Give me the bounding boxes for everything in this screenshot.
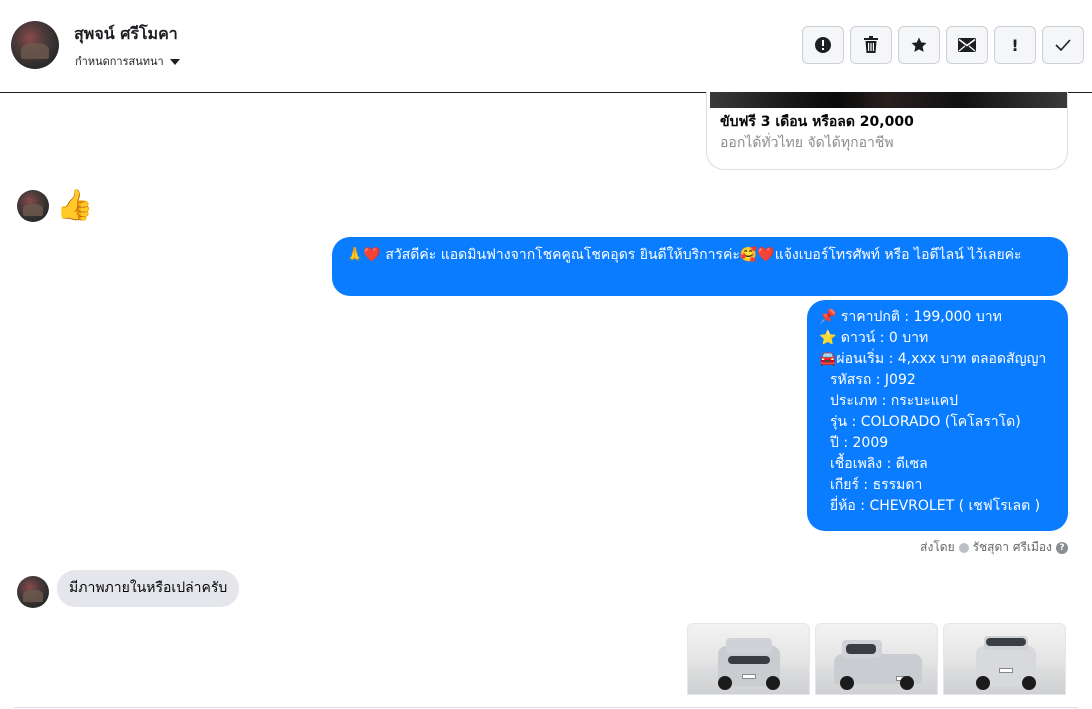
detail-fuel: เชื้อเพลิง : ดีเซล [830,456,928,472]
caret-down-icon [169,59,180,65]
star-button[interactable] [898,26,940,64]
sender-avatar[interactable] [17,576,49,608]
outgoing-message-greeting[interactable]: 🙏❤️ สวัสดีค่ะ แอดมินฟางจากโชคคูณโชคอุดร … [332,237,1068,296]
detail-price: 📌 ราคาปกติ : 199,000 บาท [819,309,1002,325]
report-button[interactable] [802,26,844,64]
detail-car-type: ประเภท : กระบะแคป [830,393,958,409]
sender-avatar[interactable] [17,190,49,222]
link-preview-image [710,92,1067,108]
conversation-schedule-label: กำหนดการสนทนา [75,55,164,68]
sent-by-name[interactable]: รัชสุดา ศรีเมือง [973,538,1052,557]
thumbs-up-message[interactable]: 👍 [56,188,93,224]
trash-icon [863,36,879,54]
contact-name[interactable]: สุพจน์ ศรีโมคา [74,22,178,47]
sent-by-info: ส่งโดย รัชสุดา ศรีเมือง ? [920,538,1068,557]
greeting-text: 🙏❤️ สวัสดีค่ะ แอดมินฟางจากโชคคูณโชคอุดร … [346,247,1022,263]
alert-circle-icon [814,36,832,54]
incoming-message-question[interactable]: มีภาพภายในหรือเปล่าครับ [57,570,240,607]
car-photo-rear[interactable] [943,623,1066,695]
header-actions: ! [802,26,1084,64]
exclamation-icon: ! [1011,35,1019,55]
mail-button[interactable] [946,26,988,64]
agent-avatar-icon [958,542,969,553]
car-photo-side[interactable] [815,623,938,695]
composer-divider [14,707,1078,708]
detail-installment: 🚘ผ่อนเริ่ม : 4,xxx บาท ตลอดสัญญา [819,351,1047,367]
detail-brand: ยี่ห้อ : CHEVROLET ( เชฟโรเลต ) [830,498,1041,514]
detail-model: รุ่น : COLORADO (โคโลราโด) [830,414,1021,430]
car-photo-front[interactable] [687,623,810,695]
detail-gear: เกียร์ : ธรรมดา [830,477,923,493]
detail-car-code: รหัสรถ : J092 [830,372,916,388]
photo-attachments [687,623,1066,695]
mark-important-button[interactable]: ! [994,26,1036,64]
mail-icon [958,38,976,52]
delete-button[interactable] [850,26,892,64]
link-preview-title: ขับฟรี 3 เดือน หรือลด 20,000 [720,114,914,130]
checkmark-icon [1055,39,1071,51]
sent-by-label: ส่งโดย [920,540,955,554]
mark-done-button[interactable] [1042,26,1084,64]
conversation-schedule-dropdown[interactable]: กำหนดการสนทนา [75,52,180,70]
outgoing-message-car-details[interactable]: 📌 ราคาปกติ : 199,000 บาท ⭐ ดาวน์ : 0 บาท… [807,300,1068,531]
help-icon[interactable]: ? [1056,541,1068,554]
link-preview-subtitle: ออกได้ทั่วไทย จัดได้ทุกอาชีพ [720,135,894,151]
conversation-header: สุพจน์ ศรีโมคา กำหนดการสนทนา ! [0,0,1092,93]
contact-avatar[interactable] [11,21,59,69]
link-preview-card[interactable]: ขับฟรี 3 เดือน หรือลด 20,000 ออกได้ทั่วไ… [706,92,1068,170]
detail-year: ปี : 2009 [830,435,889,451]
detail-down-payment: ⭐ ดาวน์ : 0 บาท [819,330,929,346]
star-icon [910,36,928,54]
